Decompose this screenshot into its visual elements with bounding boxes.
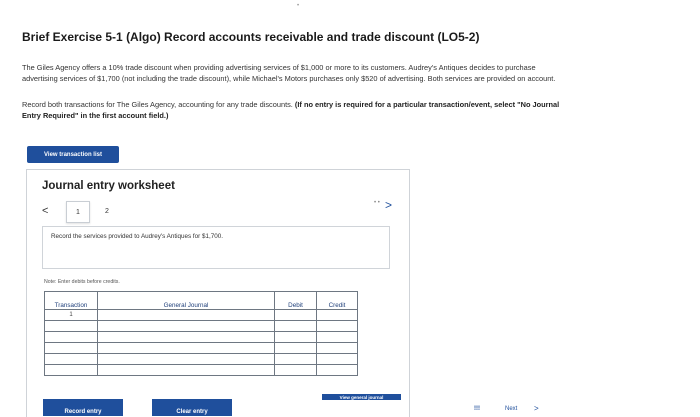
debit-field[interactable]	[274, 331, 317, 343]
account-field[interactable]	[97, 364, 275, 376]
pager-next-label[interactable]: Next	[505, 406, 517, 412]
pager-grid-icon[interactable]: !!!	[474, 406, 480, 412]
nav-dots: • •	[374, 200, 380, 206]
debit-field[interactable]	[274, 309, 317, 321]
transaction-cell: 1	[44, 309, 98, 321]
table-row	[44, 353, 358, 365]
note-text: Note: Enter debits before credits.	[44, 279, 120, 285]
exercise-title: Brief Exercise 5-1 (Algo) Record account…	[22, 30, 480, 44]
account-field[interactable]	[97, 342, 275, 354]
record-entry-button[interactable]: Record entry	[43, 399, 123, 416]
account-field[interactable]	[97, 331, 275, 343]
account-field[interactable]	[97, 320, 275, 332]
view-general-journal-button[interactable]: View general journal	[322, 394, 401, 400]
transaction-cell	[44, 331, 98, 343]
chevron-right-icon[interactable]: >	[534, 404, 539, 413]
account-field[interactable]	[97, 309, 275, 321]
clear-entry-button[interactable]: Clear entry	[152, 399, 232, 416]
transaction-description: Record the services provided to Audrey's…	[51, 233, 224, 240]
account-field[interactable]	[97, 353, 275, 365]
view-transaction-list-button[interactable]: View transaction list	[27, 146, 119, 163]
instructions: Record both transactions for The Giles A…	[22, 100, 562, 121]
table-row	[44, 331, 358, 343]
table-row: 1	[44, 309, 358, 321]
table-row	[44, 364, 358, 376]
journal-table: Transaction General Journal Debit Credit…	[44, 291, 358, 376]
cursor-mark: •	[297, 3, 300, 9]
tab-1[interactable]: 1	[66, 201, 90, 223]
credit-field[interactable]	[316, 320, 358, 332]
table-row	[44, 320, 358, 332]
credit-field[interactable]	[316, 342, 358, 354]
prev-arrow-icon[interactable]: <	[42, 205, 48, 217]
instructions-text: Record both transactions for The Giles A…	[22, 100, 295, 109]
worksheet-title: Journal entry worksheet	[42, 180, 175, 192]
transaction-cell	[44, 364, 98, 376]
credit-field[interactable]	[316, 353, 358, 365]
credit-field[interactable]	[316, 309, 358, 321]
debit-field[interactable]	[274, 364, 317, 376]
journal-header-row: Transaction General Journal Debit Credit	[44, 291, 358, 310]
transaction-cell	[44, 342, 98, 354]
table-row	[44, 342, 358, 354]
tab-2[interactable]: 2	[96, 201, 118, 221]
header-general-journal: General Journal	[97, 291, 275, 310]
transaction-cell	[44, 353, 98, 365]
debit-field[interactable]	[274, 342, 317, 354]
transaction-cell	[44, 320, 98, 332]
debit-field[interactable]	[274, 353, 317, 365]
debit-field[interactable]	[274, 320, 317, 332]
credit-field[interactable]	[316, 364, 358, 376]
problem-description: The Giles Agency offers a 10% trade disc…	[22, 63, 556, 83]
header-credit: Credit	[316, 291, 358, 310]
header-debit: Debit	[274, 291, 317, 310]
header-transaction: Transaction	[44, 291, 98, 310]
credit-field[interactable]	[316, 331, 358, 343]
next-arrow-icon[interactable]: >	[385, 198, 392, 212]
